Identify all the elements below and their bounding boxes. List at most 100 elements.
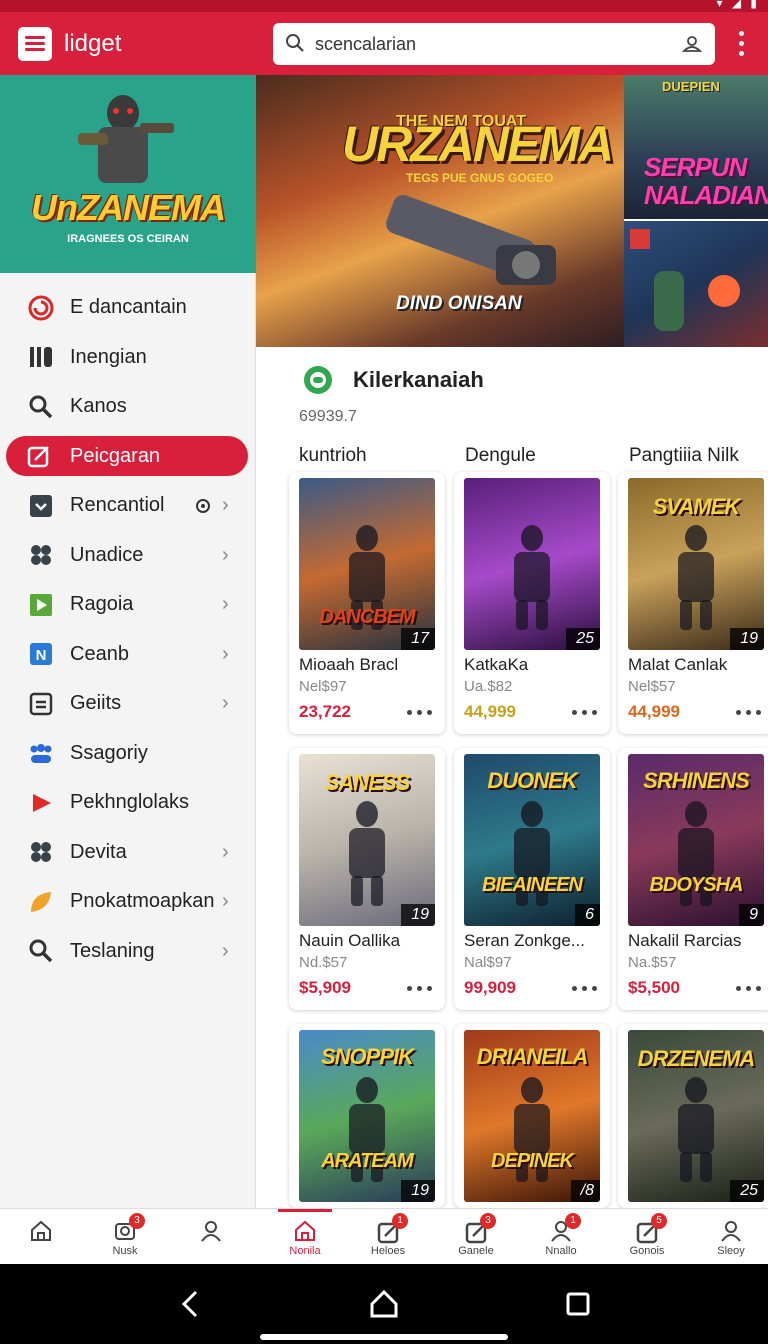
bottom-tab[interactable]: 3 Ganele — [446, 1209, 506, 1265]
hero-figure-image — [506, 522, 558, 632]
card-count-badge: 9 — [739, 904, 764, 926]
card-price: Ua.$82 — [464, 678, 513, 695]
sidebar-item-0[interactable]: E dancantain — [0, 283, 256, 333]
bottom-tab[interactable]: 5 Gonois — [617, 1209, 677, 1265]
card-artwork[interactable]: SRHINENS BDOYSHA 9 — [628, 754, 764, 926]
sidebar-item-8[interactable]: Geiits › — [0, 679, 256, 729]
banner-side-bottom-image[interactable] — [624, 221, 768, 347]
status-bar: ▾ ◢ ▮ — [0, 0, 768, 12]
sidebar-item-3[interactable]: Peicgaran — [0, 432, 256, 482]
column-header-3[interactable]: Pangtiiia Nilk — [629, 445, 739, 467]
bottom-tab[interactable]: 1 Nnallo — [531, 1209, 591, 1265]
gesture-pill[interactable] — [260, 1334, 508, 1340]
card-title[interactable]: KatkaKa — [464, 655, 606, 675]
more-options-icon[interactable] — [570, 986, 600, 992]
play-icon — [28, 790, 54, 816]
card-value: $5,909 — [299, 978, 351, 997]
home-nav-icon[interactable] — [364, 1284, 404, 1324]
card-art-title: SNOPPIK — [320, 1044, 414, 1069]
product-card[interactable]: SVAMEK 19 Malat Canlak Nel$57 44,999 — [618, 472, 768, 734]
sidebar-item-12[interactable]: Pnokatmoapkan › — [0, 877, 256, 927]
bottom-tab-label: Heloes — [370, 1245, 406, 1257]
more-options-icon[interactable] — [405, 986, 435, 992]
sidebar-item-4[interactable]: Rencantiol › — [0, 481, 256, 531]
banner-main-image[interactable]: THE NEM TOUAT URZANEMA TEGS PUE GNUS GOG… — [256, 75, 624, 347]
card-artwork[interactable]: SANESS 19 — [299, 754, 435, 926]
more-options-icon[interactable] — [405, 710, 435, 716]
bottom-tab[interactable]: 1 Heloes — [358, 1209, 418, 1265]
list-icon — [28, 691, 54, 717]
chevron-right-icon: › — [222, 543, 229, 566]
sidebar-item-7[interactable]: N Ceanb › — [0, 630, 256, 680]
card-title[interactable]: Nakalil Rarcias — [628, 931, 768, 951]
bottom-tab[interactable] — [181, 1209, 241, 1265]
sidebar-nav: E dancantain Inengian Kanos Peicgaran Rencan… — [0, 283, 256, 976]
product-card[interactable]: DRIANEILA DEPINEK/8 — [454, 1024, 610, 1208]
card-title[interactable]: Malat Canlak — [628, 655, 768, 675]
bottom-tab[interactable] — [11, 1209, 71, 1265]
banner-side-top-image[interactable]: DUEPIEN SERPUN NALADIAN — [624, 75, 768, 219]
card-value: 44,999 — [628, 702, 680, 721]
sidebar-item-label: Inengian — [70, 345, 147, 368]
more-options-icon[interactable] — [734, 710, 764, 716]
product-card[interactable]: 25 KatkaKa Ua.$82 44,999 — [454, 472, 610, 734]
hero-figure-image — [670, 522, 722, 632]
card-artwork[interactable]: SVAMEK 19 — [628, 478, 764, 650]
leaf-icon — [28, 889, 54, 915]
card-artwork[interactable]: 25 — [464, 478, 600, 650]
bottom-tab-label: Nnallo — [545, 1245, 577, 1257]
more-options-icon[interactable] — [734, 986, 764, 992]
sidebar-item-10[interactable]: Pekhnglolaks — [0, 778, 256, 828]
column-header-2[interactable]: Dengule — [465, 445, 536, 467]
sidebar-item-13[interactable]: Teslaning › — [0, 927, 256, 977]
group-icon — [28, 740, 54, 766]
search-icon — [286, 34, 304, 52]
sidebar-item-2[interactable]: Kanos — [0, 382, 256, 432]
card-artwork[interactable]: SNOPPIK ARATEAM 19 — [299, 1030, 435, 1202]
radio-indicator-icon — [196, 498, 210, 513]
sidebar-item-label: Devita — [70, 840, 127, 863]
bottom-tab[interactable]: Sleoy — [701, 1209, 761, 1265]
product-card[interactable]: SANESS 19 Nauin Oallika Nd.$57 $5,909 — [289, 748, 445, 1010]
card-title[interactable]: Nauin Oallika — [299, 931, 441, 951]
recents-icon[interactable] — [558, 1284, 598, 1324]
more-options-icon[interactable] — [570, 710, 600, 716]
bottom-tab[interactable]: Nonila — [275, 1209, 335, 1265]
search-icon — [28, 394, 54, 420]
sidebar-item-label: Geiits — [70, 692, 122, 715]
card-art-subtitle: BIEAINEEN — [482, 874, 583, 896]
column-header-1[interactable]: kuntrioh — [299, 445, 367, 467]
overflow-menu-icon[interactable] — [735, 30, 749, 58]
product-card[interactable]: DRZENEMA 25 — [618, 1024, 768, 1208]
system-navigation-bar — [0, 1264, 768, 1344]
card-art-title: SANESS — [324, 770, 410, 795]
back-icon[interactable] — [170, 1284, 210, 1324]
sidebar-item-11[interactable]: Devita › — [0, 828, 256, 878]
card-artwork[interactable]: DUONEK BIEAINEEN 6 — [464, 754, 600, 926]
sidebar-item-label: Ceanb — [70, 642, 129, 665]
sidebar-item-1[interactable]: Inengian — [0, 333, 256, 383]
product-card[interactable]: SNOPPIK ARATEAM 19 — [289, 1024, 445, 1208]
sidebar-promo[interactable]: UnZANEMA IRAGNEES OS CEIRAN — [0, 75, 256, 273]
banner-side-kicker: DUEPIEN — [662, 79, 720, 94]
card-artwork[interactable]: DANCBEM 17 — [299, 478, 435, 650]
product-card[interactable]: DUONEK BIEAINEEN 6 Seran Zonkge... Nal$97 99,… — [454, 748, 610, 1010]
tool-icon: N — [28, 641, 54, 667]
card-title[interactable]: Mioaah Bracl — [299, 655, 441, 675]
promo-subtitle: IRAGNEES OS CEIRAN — [67, 233, 189, 245]
sidebar-item-5[interactable]: Unadice › — [0, 531, 256, 581]
product-card[interactable]: DANCBEM 17 Mioaah Bracl Nel$97 23,722 — [289, 472, 445, 734]
profile-search-icon[interactable] — [681, 33, 703, 55]
search-input[interactable]: scencalarian — [315, 34, 416, 55]
sidebar-item-9[interactable]: Ssagoriy — [0, 729, 256, 779]
card-artwork[interactable]: DRZENEMA 25 — [628, 1030, 764, 1202]
bottom-tab[interactable]: 3 Nusk — [95, 1209, 155, 1265]
card-artwork[interactable]: DRIANEILA DEPINEK/8 — [464, 1030, 600, 1202]
card-title[interactable]: Seran Zonkge... — [464, 931, 606, 951]
search-bar[interactable]: scencalarian — [273, 23, 715, 65]
card-art-title: SVAMEK — [652, 494, 741, 519]
sidebar-item-6[interactable]: Ragoia › — [0, 580, 256, 630]
featured-banner[interactable]: THE NEM TOUAT URZANEMA TEGS PUE GNUS GOG… — [256, 75, 768, 347]
menu-button[interactable] — [18, 27, 52, 61]
product-card[interactable]: SRHINENS BDOYSHA 9 Nakalil Rarcias Na.$57 $5,… — [618, 748, 768, 1010]
